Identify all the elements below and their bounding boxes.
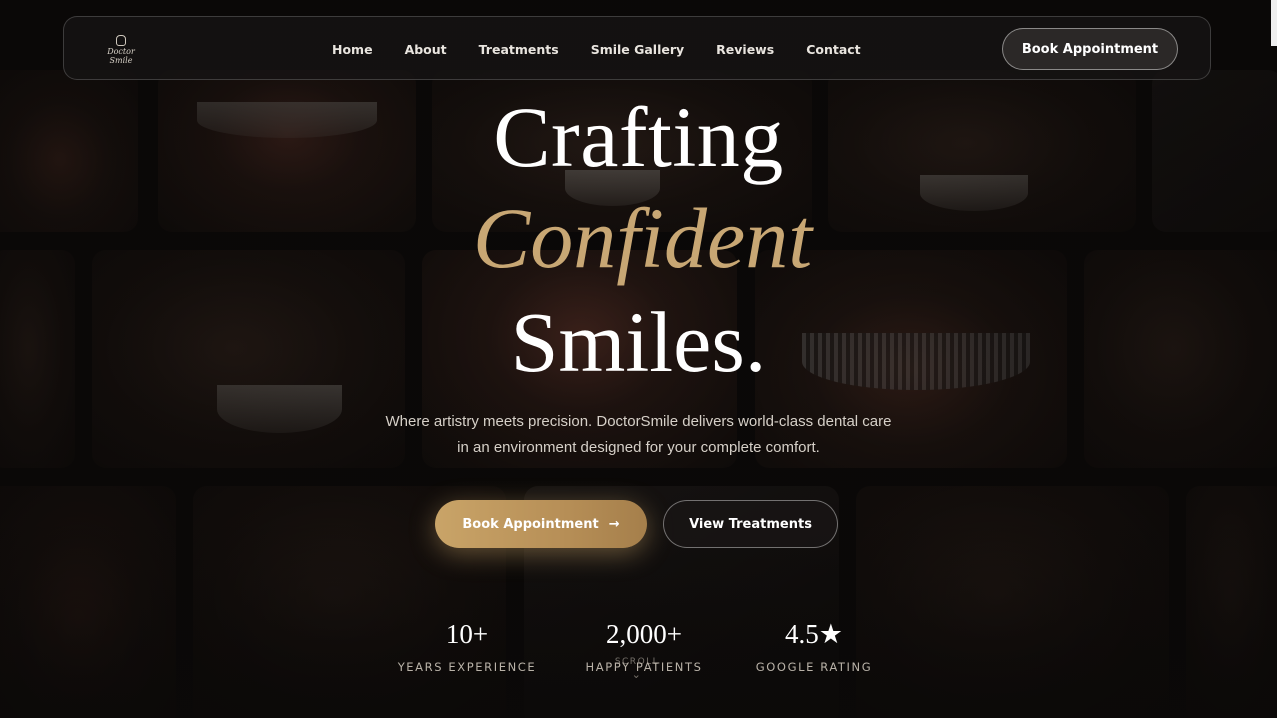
arrow-right-icon: → [608,516,620,532]
nav-link-home[interactable]: Home [332,42,373,57]
stat-years-experience: 10+ YEARS EXPERIENCE [377,618,557,674]
brand-logo[interactable]: Doctor Smile [98,35,144,65]
nav-links: Home About Treatments Smile Gallery Revi… [332,17,893,81]
top-navbar: Doctor Smile Home About Treatments Smile… [63,16,1211,80]
nav-link-smile-gallery[interactable]: Smile Gallery [591,42,684,57]
page-scrollbar[interactable] [1271,0,1277,46]
stat-label: YEARS EXPERIENCE [397,660,537,674]
hero-subtitle: Where artistry meets precision. DoctorSm… [0,409,1277,461]
nav-link-contact[interactable]: Contact [806,42,860,57]
hero-subtitle-line-1: Where artistry meets precision. DoctorSm… [385,413,892,430]
chevron-down-icon: ⌄ [631,668,643,681]
scroll-label: SCROLL [614,657,660,667]
view-treatments-button[interactable]: View Treatments [663,500,838,548]
stat-google-rating: 4.5★ GOOGLE RATING [724,618,904,674]
hero-heading-line-1: Crafting [493,89,784,185]
hero-book-appointment-label: Book Appointment [462,516,599,532]
hero-subtitle-line-2: in an environment designed for your comp… [457,439,820,456]
hero-book-appointment-button[interactable]: Book Appointment → [435,500,647,548]
scroll-indicator[interactable]: SCROLL ⌄ [597,657,677,681]
nav-link-reviews[interactable]: Reviews [716,42,774,57]
nav-book-appointment-button[interactable]: Book Appointment [1002,28,1178,70]
stat-value: 10+ [445,619,489,649]
hero-heading-line-3: Smiles. [510,294,767,390]
hero-heading: Crafting Confident Smiles. [0,88,1277,394]
nav-link-about[interactable]: About [405,42,447,57]
stat-value: 2,000+ [606,619,682,649]
stat-value: 4.5★ [785,619,843,649]
brand-logo-text: Doctor Smile [107,47,135,65]
stat-label: GOOGLE RATING [755,660,873,674]
hero-heading-line-2: Confident [472,190,813,286]
nav-link-treatments[interactable]: Treatments [479,42,559,57]
tooth-icon [116,35,126,46]
